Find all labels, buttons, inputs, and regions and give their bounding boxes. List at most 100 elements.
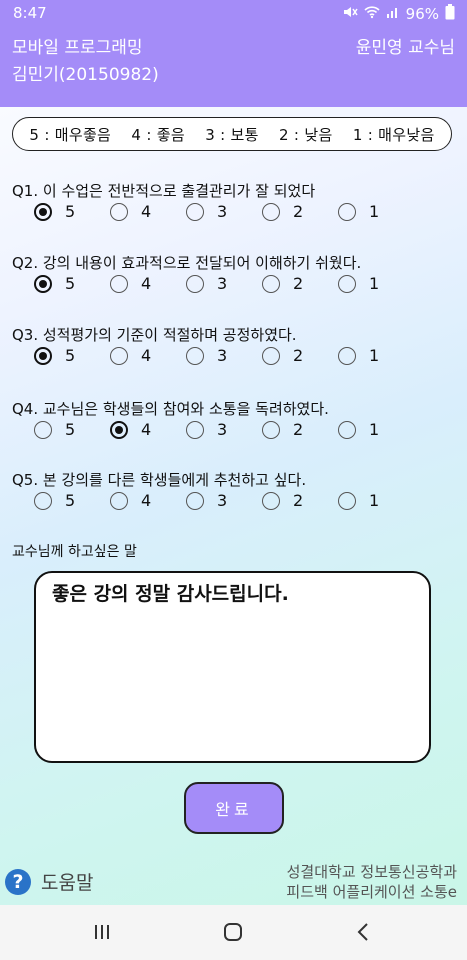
radio-button[interactable] bbox=[262, 202, 280, 221]
question-text-5: Q5. 본 강의를 다른 학생들에게 추천하고 싶다. bbox=[12, 471, 307, 489]
radio-button[interactable] bbox=[34, 420, 52, 439]
radio-label: 4 bbox=[141, 491, 152, 510]
radio-label: 2 bbox=[293, 274, 304, 293]
question-text-4: Q4. 교수님은 학생들의 참여와 소통을 독려하였다. bbox=[12, 400, 329, 418]
radio-option-q5-5[interactable]: 5 bbox=[34, 491, 75, 510]
system-nav-bar bbox=[0, 905, 467, 960]
radio-option-q1-5[interactable]: 5 bbox=[34, 202, 75, 221]
radio-button[interactable] bbox=[34, 491, 52, 510]
mute-icon bbox=[342, 5, 358, 23]
comment-input[interactable]: 좋은 강의 정말 감사드립니다. bbox=[34, 571, 431, 763]
rating-group-q4: 5 4 3 2 1 bbox=[34, 420, 454, 450]
rating-scale-legend: 5 : 매우좋음 4 : 좋음 3 : 보통 2 : 낮음 1 : 매우낮음 bbox=[12, 117, 452, 151]
radio-button[interactable] bbox=[34, 202, 52, 221]
radio-option-q1-3[interactable]: 3 bbox=[186, 202, 227, 221]
radio-button[interactable] bbox=[262, 420, 280, 439]
radio-button[interactable] bbox=[186, 491, 204, 510]
home-icon[interactable] bbox=[213, 919, 253, 945]
help-icon: ? bbox=[5, 868, 31, 895]
radio-button[interactable] bbox=[338, 491, 356, 510]
radio-button[interactable] bbox=[338, 346, 356, 365]
radio-label: 4 bbox=[141, 346, 152, 365]
radio-option-q2-4[interactable]: 4 bbox=[110, 274, 151, 293]
question-text-3: Q3. 성적평가의 기준이 적절하며 공정하였다. bbox=[12, 326, 297, 344]
radio-option-q2-3[interactable]: 3 bbox=[186, 274, 227, 293]
radio-label: 5 bbox=[65, 202, 76, 221]
recent-apps-icon[interactable] bbox=[82, 919, 122, 945]
question-text-2: Q2. 강의 내용이 효과적으로 전달되어 이해하기 쉬웠다. bbox=[12, 254, 362, 272]
radio-option-q3-4[interactable]: 4 bbox=[110, 346, 151, 365]
radio-label: 2 bbox=[293, 491, 304, 510]
radio-option-q4-1[interactable]: 1 bbox=[338, 420, 379, 439]
radio-label: 2 bbox=[293, 420, 304, 439]
radio-button[interactable] bbox=[110, 274, 128, 293]
radio-button[interactable] bbox=[262, 274, 280, 293]
radio-label: 1 bbox=[369, 274, 380, 293]
radio-label: 1 bbox=[369, 202, 380, 221]
radio-label: 3 bbox=[217, 420, 228, 439]
app-header: 모바일 프로그래밍 윤민영 교수님 김민기(20150982) bbox=[0, 27, 467, 107]
rating-group-q2: 5 4 3 2 1 bbox=[34, 274, 454, 304]
radio-button[interactable] bbox=[110, 202, 128, 221]
status-bar: 8:47 96% bbox=[0, 0, 467, 27]
radio-option-q4-4[interactable]: 4 bbox=[110, 420, 151, 439]
radio-label: 5 bbox=[65, 274, 76, 293]
radio-button[interactable] bbox=[338, 420, 356, 439]
radio-option-q3-3[interactable]: 3 bbox=[186, 346, 227, 365]
rating-group-q3: 5 4 3 2 1 bbox=[34, 346, 454, 376]
radio-label: 3 bbox=[217, 202, 228, 221]
radio-option-q2-2[interactable]: 2 bbox=[262, 274, 303, 293]
help-button[interactable]: ? 도움말 bbox=[5, 868, 93, 895]
radio-option-q2-5[interactable]: 5 bbox=[34, 274, 75, 293]
radio-label: 1 bbox=[369, 491, 380, 510]
submit-button[interactable]: 완료 bbox=[184, 782, 284, 834]
radio-button[interactable] bbox=[186, 202, 204, 221]
signal-icon bbox=[386, 5, 400, 23]
radio-button[interactable] bbox=[110, 346, 128, 365]
radio-button[interactable] bbox=[34, 274, 52, 293]
radio-label: 4 bbox=[141, 202, 152, 221]
radio-option-q5-4[interactable]: 4 bbox=[110, 491, 151, 510]
radio-label: 3 bbox=[217, 274, 228, 293]
credit-line-1: 성결대학교 정보통신공학과 bbox=[286, 863, 457, 881]
radio-option-q4-3[interactable]: 3 bbox=[186, 420, 227, 439]
radio-option-q3-5[interactable]: 5 bbox=[34, 346, 75, 365]
comment-label: 교수님께 하고싶은 말 bbox=[12, 544, 137, 560]
help-label: 도움말 bbox=[41, 872, 94, 894]
radio-label: 4 bbox=[141, 274, 152, 293]
radio-button[interactable] bbox=[338, 274, 356, 293]
radio-option-q3-2[interactable]: 2 bbox=[262, 346, 303, 365]
radio-button[interactable] bbox=[110, 420, 128, 439]
radio-label: 4 bbox=[141, 420, 152, 439]
radio-button[interactable] bbox=[110, 491, 128, 510]
battery-percent: 96% bbox=[405, 5, 439, 23]
radio-label: 1 bbox=[369, 346, 380, 365]
radio-option-q4-2[interactable]: 2 bbox=[262, 420, 303, 439]
radio-label: 3 bbox=[217, 491, 228, 510]
status-icons: 96% bbox=[342, 4, 455, 24]
back-icon[interactable] bbox=[343, 919, 383, 945]
radio-label: 2 bbox=[293, 202, 304, 221]
radio-button[interactable] bbox=[34, 346, 52, 365]
radio-option-q4-5[interactable]: 5 bbox=[34, 420, 75, 439]
radio-option-q5-2[interactable]: 2 bbox=[262, 491, 303, 510]
student-info: 김민기(20150982) bbox=[12, 65, 159, 85]
credit-line-2: 피드백 어플리케이션 소통e bbox=[286, 883, 457, 901]
radio-button[interactable] bbox=[338, 202, 356, 221]
radio-option-q1-1[interactable]: 1 bbox=[338, 202, 379, 221]
radio-option-q2-1[interactable]: 1 bbox=[338, 274, 379, 293]
rating-group-q5: 5 4 3 2 1 bbox=[34, 491, 454, 521]
radio-button[interactable] bbox=[262, 491, 280, 510]
radio-option-q1-2[interactable]: 2 bbox=[262, 202, 303, 221]
radio-label: 1 bbox=[369, 420, 380, 439]
radio-label: 5 bbox=[65, 420, 76, 439]
radio-option-q3-1[interactable]: 1 bbox=[338, 346, 379, 365]
radio-option-q1-4[interactable]: 4 bbox=[110, 202, 151, 221]
radio-option-q5-3[interactable]: 3 bbox=[186, 491, 227, 510]
radio-button[interactable] bbox=[262, 346, 280, 365]
radio-button[interactable] bbox=[186, 346, 204, 365]
radio-option-q5-1[interactable]: 1 bbox=[338, 491, 379, 510]
radio-button[interactable] bbox=[186, 420, 204, 439]
course-title: 모바일 프로그래밍 bbox=[12, 38, 143, 58]
radio-button[interactable] bbox=[186, 274, 204, 293]
